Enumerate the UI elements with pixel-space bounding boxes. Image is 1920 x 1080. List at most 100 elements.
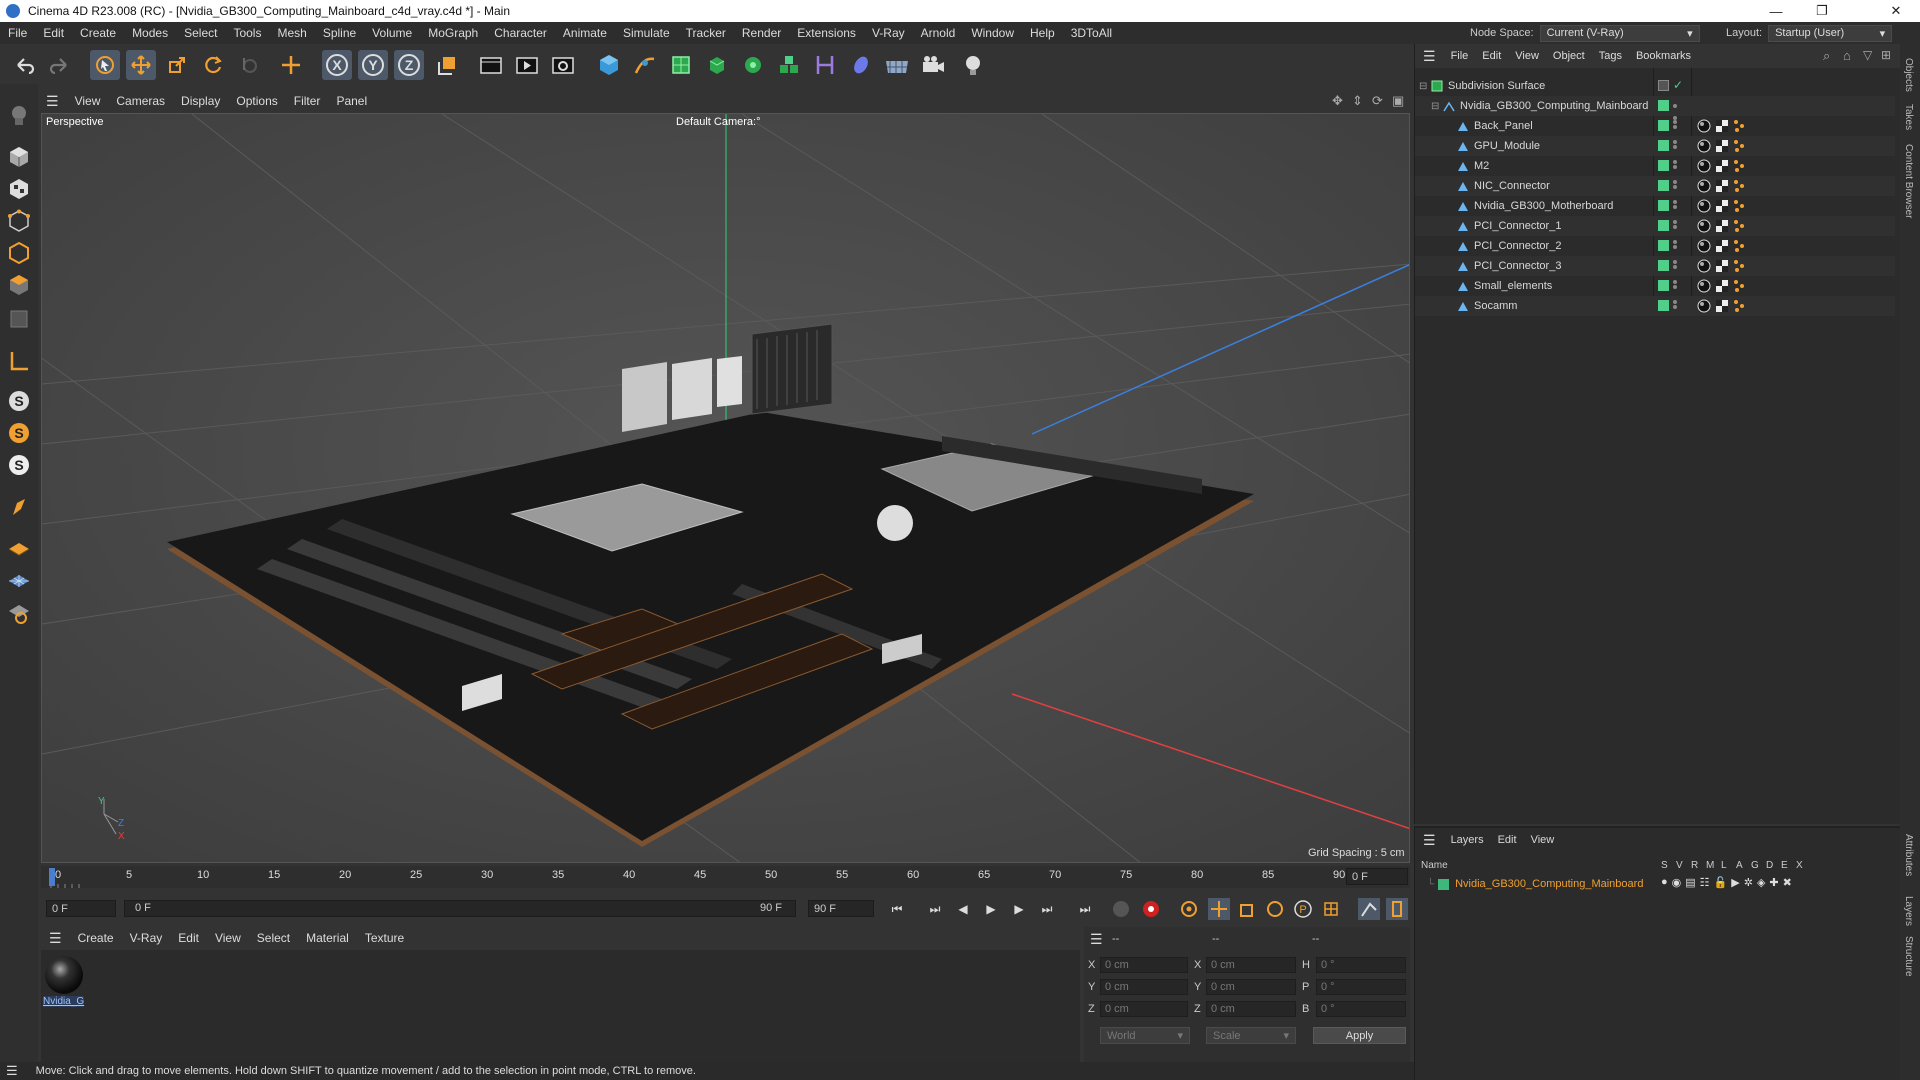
layer-color-icon[interactable] <box>1658 180 1669 191</box>
menu-modes[interactable]: Modes <box>124 26 176 40</box>
selection-tag-icon[interactable] <box>1733 179 1745 196</box>
texture-tag-icon[interactable] <box>1715 139 1729 156</box>
visibility-dots-icon[interactable] <box>1673 279 1677 289</box>
play-icon[interactable]: ▶ <box>980 898 1002 920</box>
enabled-check-icon[interactable]: ✓ <box>1673 78 1683 92</box>
close-button[interactable]: ✕ <box>1874 0 1918 22</box>
vray-material-tag-icon[interactable] <box>1697 239 1711 256</box>
expressions-icon[interactable]: ✚ <box>1769 876 1778 889</box>
texture-tag-icon[interactable] <box>1715 219 1729 236</box>
layer-color-icon[interactable] <box>1658 120 1669 131</box>
position-x-field[interactable]: 0 cm <box>1100 957 1188 973</box>
object-menu-view[interactable]: View <box>1508 50 1546 62</box>
menu-create[interactable]: Create <box>72 26 124 40</box>
visibility-dots-icon[interactable] <box>1673 259 1677 269</box>
visibility-dots-icon[interactable] <box>1673 299 1677 309</box>
editor-visibility-icon[interactable] <box>1658 80 1669 91</box>
current-frame-field[interactable]: 0 F <box>1346 868 1408 885</box>
scheme-settings-icon[interactable] <box>1358 898 1380 920</box>
menu-help[interactable]: Help <box>1022 26 1063 40</box>
axis-mode-button[interactable] <box>4 346 34 376</box>
side-tab-content-browser[interactable]: Content Browser <box>1903 144 1914 218</box>
layer-flag-column-header[interactable]: A <box>1736 860 1743 871</box>
menu-vray[interactable]: V-Ray <box>864 26 913 40</box>
texture-tag-icon[interactable] <box>1715 299 1729 316</box>
menu-edit[interactable]: Edit <box>35 26 72 40</box>
rotation-track-icon[interactable] <box>1264 898 1286 920</box>
visibility-dots-icon[interactable] <box>1673 239 1677 249</box>
hamburger-menu-icon[interactable]: ☰ <box>41 930 70 947</box>
record-active-icon[interactable] <box>1110 898 1132 920</box>
coordinate-mode-dropdown[interactable]: World ▾ <box>1100 1027 1190 1044</box>
start-frame-field[interactable]: 0 F <box>46 900 116 917</box>
previous-keyframe-icon[interactable]: ⏭ <box>924 898 946 920</box>
object-menu-edit[interactable]: Edit <box>1475 50 1508 62</box>
object-row-mainboard-group[interactable]: ⊟ Nvidia_GB300_Computing_Mainboard <box>1415 96 1895 120</box>
size-z-field[interactable]: 0 cm <box>1206 1001 1296 1017</box>
object-row-child[interactable]: Nvidia_GB300_Motherboard <box>1415 196 1895 216</box>
vray-material-tag-icon[interactable] <box>1697 219 1711 236</box>
menu-volume[interactable]: Volume <box>364 26 420 40</box>
workplane-button[interactable] <box>4 534 34 564</box>
z-axis-lock-button[interactable]: Z <box>394 50 424 80</box>
material-menu-material[interactable]: Material <box>298 931 357 945</box>
texture-tag-icon[interactable] <box>1715 279 1729 296</box>
render-view-button[interactable] <box>476 50 506 80</box>
hamburger-menu-icon[interactable]: ☰ <box>38 93 67 110</box>
object-row-child[interactable]: GPU_Module <box>1415 136 1895 156</box>
layer-color-icon[interactable] <box>1658 100 1669 111</box>
lock-icon[interactable]: 🔓 <box>1714 876 1728 889</box>
menu-mograph[interactable]: MoGraph <box>420 26 486 40</box>
hamburger-menu-icon[interactable]: ☰ <box>0 1063 28 1079</box>
subdivision-surface-button[interactable] <box>666 50 696 80</box>
extrude-generator-button[interactable] <box>702 50 732 80</box>
rotate-tool-button[interactable] <box>198 50 228 80</box>
object-row-child[interactable]: PCI_Connector_3 <box>1415 256 1895 276</box>
size-y-field[interactable]: 0 cm <box>1206 979 1296 995</box>
layer-color-icon[interactable] <box>1658 140 1669 151</box>
viewport-menu-panel[interactable]: Panel <box>328 94 375 108</box>
cloner-button[interactable] <box>738 50 768 80</box>
menu-3dtoall[interactable]: 3DToAll <box>1063 26 1120 40</box>
y-axis-lock-button[interactable]: Y <box>358 50 388 80</box>
menu-file[interactable]: File <box>0 26 35 40</box>
layer-row[interactable]: └ Nvidia_GB300_Computing_Mainboard ● ◉ ▤… <box>1415 875 1895 893</box>
scale-track-icon[interactable] <box>1236 898 1258 920</box>
grid-workplane-button[interactable] <box>4 566 34 596</box>
apply-button[interactable]: Apply <box>1313 1027 1406 1044</box>
rotation-p-field[interactable]: 0 ° <box>1316 979 1406 995</box>
floor-environment-button[interactable] <box>882 50 912 80</box>
create-object-button[interactable] <box>276 50 306 80</box>
selection-tag-icon[interactable] <box>1733 159 1745 176</box>
selection-tag-icon[interactable] <box>1733 119 1745 136</box>
render-settings-button[interactable] <box>548 50 578 80</box>
object-menu-bookmarks[interactable]: Bookmarks <box>1629 50 1698 62</box>
collapse-toggle-icon[interactable]: ⊟ <box>1419 81 1431 92</box>
cube-primitive-button[interactable] <box>594 50 624 80</box>
visibility-dots-icon[interactable] <box>1673 139 1677 149</box>
texture-mode-button[interactable] <box>4 174 34 204</box>
manager-icon[interactable]: ☷ <box>1700 876 1710 889</box>
material-menu-edit[interactable]: Edit <box>170 931 207 945</box>
position-y-field[interactable]: 0 cm <box>1100 979 1188 995</box>
layer-flag-column-header[interactable]: E <box>1781 860 1788 871</box>
layer-flag-column-header[interactable]: V <box>1676 860 1683 871</box>
viewport-dolly-icon[interactable]: ⇕ <box>1352 93 1363 109</box>
material-menu-select[interactable]: Select <box>249 931 298 945</box>
side-tab-structure[interactable]: Structure <box>1903 936 1914 977</box>
layer-flag-column-header[interactable]: D <box>1766 860 1773 871</box>
scale-mode-dropdown[interactable]: Scale ▾ <box>1206 1027 1296 1044</box>
visibility-dots-icon[interactable] <box>1673 199 1677 209</box>
layer-flag-icons[interactable]: ● ◉ ▤ ☷ 🔓 ▶ ✲ ◈ ✚ ✖ <box>1661 876 1792 889</box>
material-menu-texture[interactable]: Texture <box>357 931 412 945</box>
vray-material-tag-icon[interactable] <box>1697 199 1711 216</box>
rotation-h-field[interactable]: 0 ° <box>1316 957 1406 973</box>
vray-material-tag-icon[interactable] <box>1697 179 1711 196</box>
object-row-subdivision-surface[interactable]: ⊟ Subdivision Surface ✓ <box>1415 76 1895 96</box>
layer-menu-view[interactable]: View <box>1524 834 1562 846</box>
camera-button[interactable] <box>918 50 948 80</box>
menu-animate[interactable]: Animate <box>555 26 615 40</box>
layer-color-icon[interactable] <box>1658 240 1669 251</box>
visibility-dots-icon[interactable] <box>1673 119 1677 129</box>
scale-tool-button[interactable] <box>162 50 192 80</box>
